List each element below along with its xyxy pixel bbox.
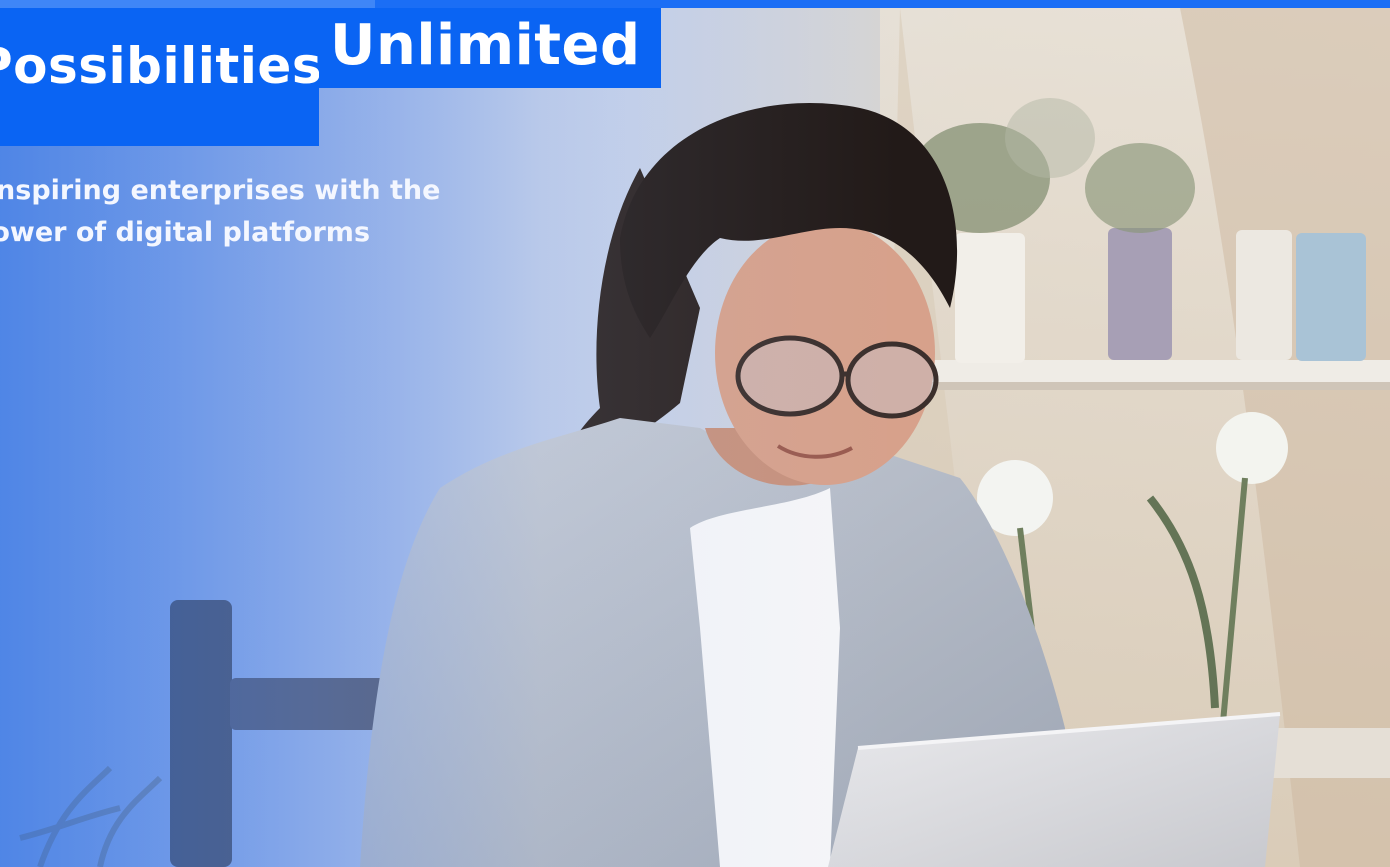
- hero-title-right: Unlimited: [330, 13, 641, 78]
- hero-subtitle-line-2: power of digital platforms: [0, 217, 371, 248]
- hero-subtitle-line-1: Inspiring enterprises with the: [0, 175, 441, 206]
- top-accent-segment: [0, 0, 375, 8]
- hero-subtitle: Inspiring enterprises with the power of …: [0, 170, 470, 254]
- top-accent-bar: [0, 0, 1390, 8]
- hero-title-left: Possibilities: [0, 37, 319, 95]
- hero-section: Possibilities Unlimited Inspiring enterp…: [0, 0, 1390, 867]
